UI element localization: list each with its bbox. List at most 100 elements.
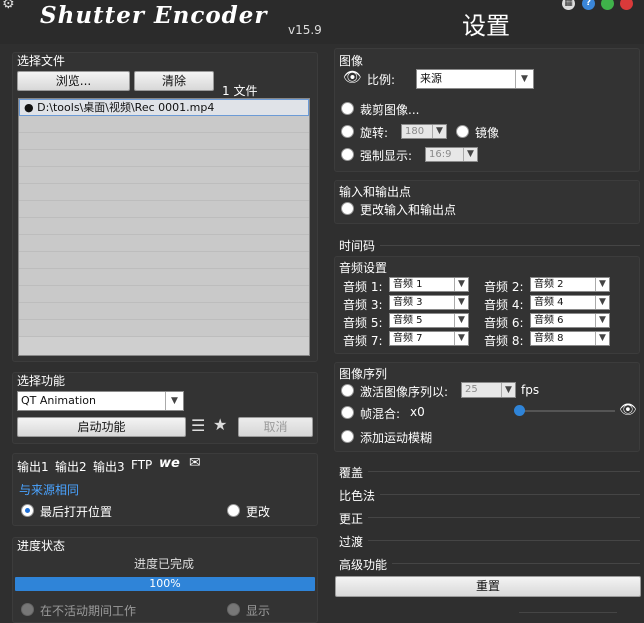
- audio-1-label: 音频 1:: [343, 280, 383, 294]
- chevron-down-icon: ▼: [501, 383, 515, 397]
- change-inout-radio[interactable]: [341, 202, 354, 215]
- function-select[interactable]: QT Animation ▼: [17, 391, 184, 411]
- mirror-radio[interactable]: [456, 125, 469, 138]
- chevron-down-icon: ▼: [454, 296, 468, 309]
- files-section-title: 选择文件: [17, 54, 66, 68]
- chevron-down-icon: ▼: [595, 332, 609, 345]
- audio-4-label: 音频 4:: [484, 298, 524, 312]
- work-inactive-label: 在不活动期间工作: [40, 604, 137, 618]
- sequence-section-title: 图像序列: [339, 367, 388, 381]
- last-open-location-label: 最后打开位置: [40, 505, 113, 519]
- chevron-down-icon: ▼: [463, 148, 477, 161]
- file-list-empty-row: [19, 269, 309, 286]
- work-inactive-radio[interactable]: [21, 603, 34, 616]
- change-output-label: 更改: [246, 505, 271, 519]
- file-list-empty-row: [19, 184, 309, 201]
- file-list-empty-row: [19, 150, 309, 167]
- audio-8-label: 音频 8:: [484, 334, 524, 348]
- progress-section-title: 进度状态: [17, 539, 66, 553]
- audio-5-value: 音频 5: [393, 315, 423, 326]
- transition-section[interactable]: 过渡: [339, 533, 363, 550]
- file-list-item[interactable]: ● D:\tools\桌面\视频\Rec 0001.mp4: [19, 99, 309, 116]
- file-list[interactable]: ● D:\tools\桌面\视频\Rec 0001.mp4: [18, 98, 310, 356]
- tab-output-1[interactable]: 输出1: [17, 458, 49, 475]
- motion-blur-label: 添加运动模糊: [360, 431, 433, 445]
- gear-icon[interactable]: ⚙: [2, 0, 15, 12]
- timecode-section-title[interactable]: 时间码: [339, 237, 375, 254]
- audio-7-select[interactable]: 音频 7 ▼: [389, 331, 469, 346]
- audio-5-label: 音频 5:: [343, 316, 383, 330]
- file-list-empty-row: [19, 286, 309, 303]
- ratio-select-value: 来源: [420, 72, 442, 85]
- file-list-empty-row: [19, 201, 309, 218]
- progress-bar: 100%: [15, 577, 315, 591]
- frame-blend-slider-track[interactable]: [519, 410, 615, 412]
- last-open-location-radio[interactable]: [21, 504, 34, 517]
- advanced-section[interactable]: 高级功能: [339, 556, 387, 573]
- function-section-title: 选择功能: [17, 374, 66, 388]
- advanced-divider: [392, 563, 640, 564]
- eye-icon[interactable]: 👁: [343, 68, 362, 86]
- audio-8-select[interactable]: 音频 8 ▼: [530, 331, 610, 346]
- force-display-select[interactable]: 16:9 ▼: [425, 147, 478, 162]
- audio-section-title: 音频设置: [339, 261, 388, 275]
- ratio-select[interactable]: 来源 ▼: [416, 69, 534, 89]
- mail-icon[interactable]: ✉: [189, 455, 201, 471]
- fps-select-value: 25: [465, 384, 478, 395]
- audio-4-select[interactable]: 音频 4 ▼: [530, 295, 610, 310]
- menu-icon[interactable]: ☰: [191, 416, 205, 435]
- function-select-value: QT Animation: [21, 394, 96, 407]
- audio-3-value: 音频 3: [393, 297, 423, 308]
- audio-2-select[interactable]: 音频 2 ▼: [530, 277, 610, 292]
- overlay-section[interactable]: 覆盖: [339, 464, 363, 481]
- star-icon[interactable]: ★: [213, 415, 227, 434]
- audio-6-select[interactable]: 音频 6 ▼: [530, 313, 610, 328]
- tab-output-3[interactable]: 输出3: [93, 458, 125, 475]
- activate-sequence-radio[interactable]: [341, 384, 354, 397]
- chevron-down-icon: ▼: [432, 125, 446, 138]
- correction-section[interactable]: 更正: [339, 510, 363, 527]
- change-output-radio[interactable]: [227, 504, 240, 517]
- change-inout-label: 更改输入和输出点: [360, 203, 457, 217]
- app-version: v15.9: [288, 23, 322, 37]
- cancel-button[interactable]: 取消: [238, 417, 313, 437]
- chevron-down-icon: ▼: [454, 314, 468, 327]
- force-display-label: 强制显示:: [360, 149, 413, 163]
- start-function-button[interactable]: 启动功能: [17, 417, 186, 437]
- colorimetry-section[interactable]: 比色法: [339, 487, 375, 504]
- browse-button[interactable]: 浏览...: [17, 71, 130, 91]
- rotate-label: 旋转:: [360, 126, 389, 140]
- colorimetry-divider: [380, 494, 640, 495]
- crop-label: 裁剪图像...: [360, 103, 420, 117]
- clear-button[interactable]: 清除: [134, 71, 214, 91]
- overlay-divider: [368, 471, 640, 472]
- output-path[interactable]: 与来源相同: [19, 481, 79, 498]
- progress-text: 100%: [149, 577, 181, 590]
- force-display-radio[interactable]: [341, 148, 354, 161]
- tab-output-2[interactable]: 输出2: [55, 458, 87, 475]
- eye-icon[interactable]: 👁: [619, 402, 637, 418]
- audio-1-value: 音频 1: [393, 279, 423, 290]
- rotate-select[interactable]: 180 ▼: [401, 124, 447, 139]
- crop-radio[interactable]: [341, 102, 354, 115]
- audio-5-select[interactable]: 音频 5 ▼: [389, 313, 469, 328]
- chevron-down-icon: ▼: [595, 278, 609, 291]
- frame-blend-radio[interactable]: [341, 406, 354, 419]
- audio-3-select[interactable]: 音频 3 ▼: [389, 295, 469, 310]
- chevron-down-icon: ▼: [595, 296, 609, 309]
- bottom-divider: [519, 612, 617, 613]
- file-list-empty-row: [19, 235, 309, 252]
- audio-7-value: 音频 7: [393, 333, 423, 344]
- frame-blend-slider-handle[interactable]: [514, 405, 525, 416]
- motion-blur-radio[interactable]: [341, 430, 354, 443]
- chevron-down-icon: ▼: [515, 70, 533, 88]
- file-list-empty-row: [19, 303, 309, 320]
- activate-sequence-label: 激活图像序列以:: [360, 385, 449, 399]
- audio-1-select[interactable]: 音频 1 ▼: [389, 277, 469, 292]
- show-radio[interactable]: [227, 603, 240, 616]
- wetransfer-icon[interactable]: we: [159, 456, 180, 471]
- rotate-radio[interactable]: [341, 125, 354, 138]
- reset-button[interactable]: 重置: [335, 576, 641, 597]
- fps-select[interactable]: 25 ▼: [461, 382, 516, 398]
- tab-ftp[interactable]: FTP: [131, 458, 152, 472]
